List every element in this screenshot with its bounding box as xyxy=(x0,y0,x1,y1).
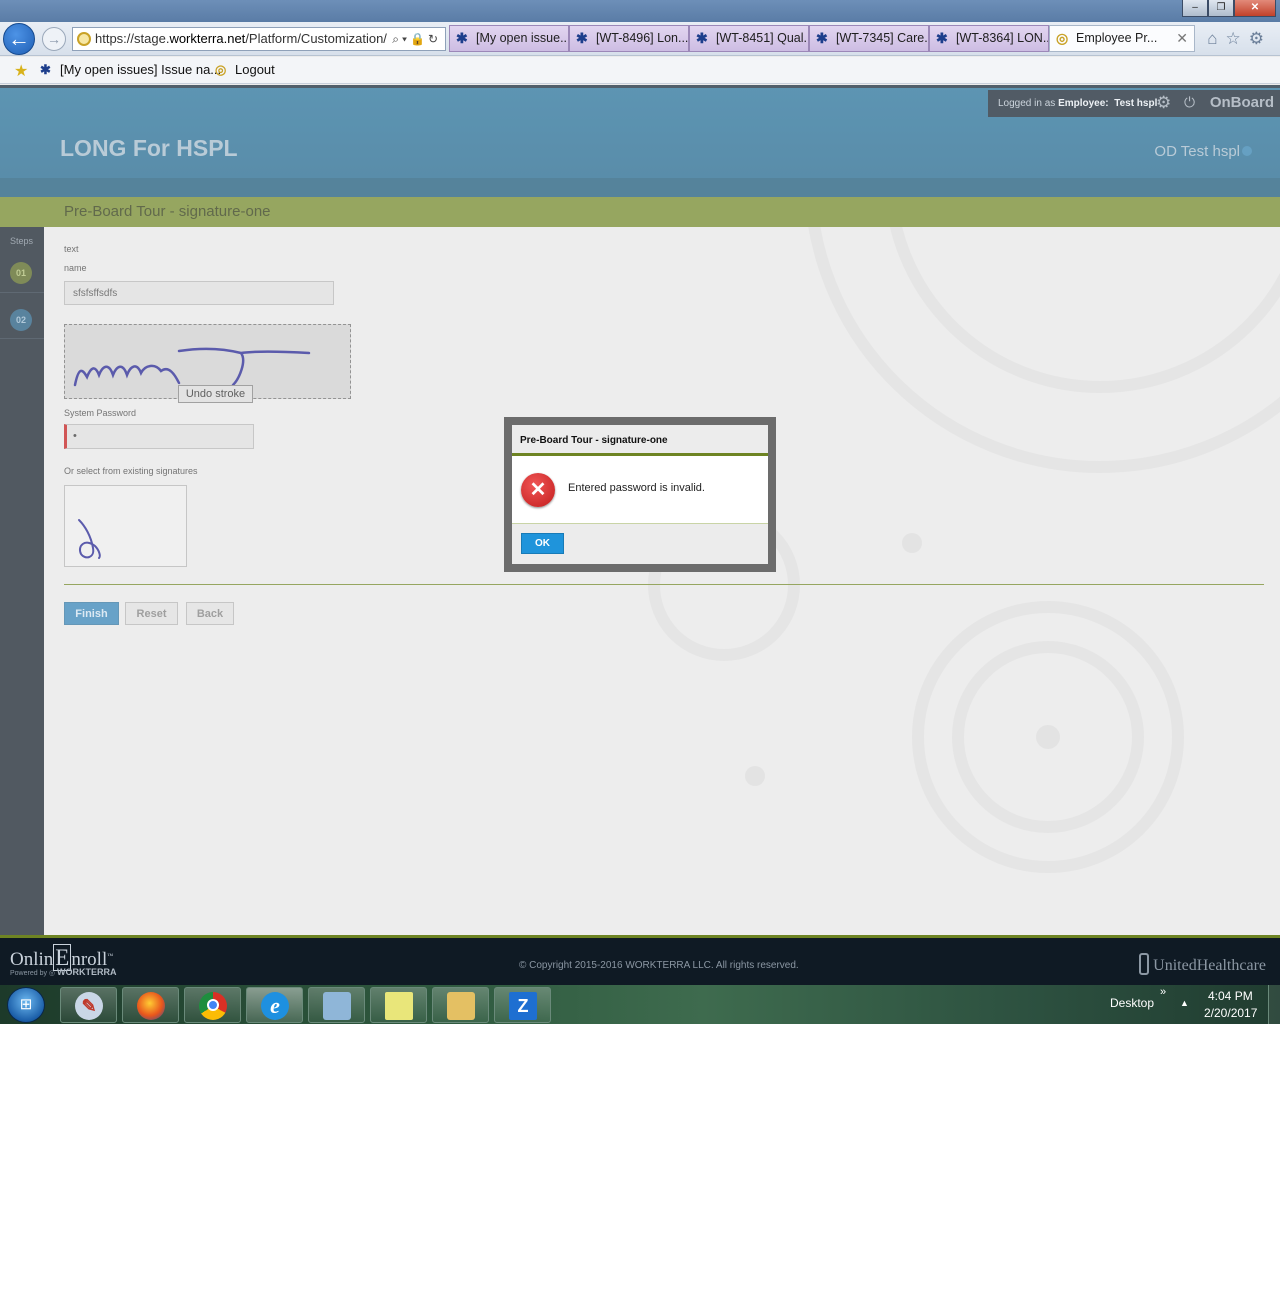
powered-by-label: Powered by xyxy=(10,970,49,977)
browser-tab[interactable]: ✱ [WT-8496] Lon... xyxy=(569,25,689,52)
clock-date[interactable]: 2/20/2017 xyxy=(1204,1006,1257,1020)
chrome-icon xyxy=(199,992,227,1020)
dialog-body: ✕ Entered password is invalid. xyxy=(512,456,768,524)
browser-tabs: ✱ [My open issue... ✱ [WT-8496] Lon... ✱ [W… xyxy=(449,25,1195,52)
browser-back-button[interactable]: ← xyxy=(3,23,35,55)
favorite-link[interactable]: ◎ Logout xyxy=(215,62,275,78)
browser-tab[interactable]: ✱ [WT-8364] LON... xyxy=(929,25,1049,52)
taskbar-zoho[interactable]: Z xyxy=(494,987,551,1023)
taskbar-paint[interactable]: ✎ xyxy=(60,987,117,1023)
browser-tab[interactable]: ✱ [WT-7345] Care... xyxy=(809,25,929,52)
refresh-icon[interactable]: ↻ xyxy=(428,32,441,46)
clock-time[interactable]: 4:04 PM xyxy=(1208,989,1253,1003)
jira-icon: ✱ xyxy=(696,30,708,46)
uhc-shield-icon xyxy=(1139,953,1150,975)
dialog-title: Pre-Board Tour - signature-one xyxy=(512,425,768,456)
favorites-bar: ★ ✱ [My open issues] Issue na... ◎ Logout xyxy=(0,57,1280,84)
dropdown-icon[interactable]: ▾ xyxy=(402,32,410,46)
dialog-footer: OK xyxy=(512,524,768,564)
tray-expand-icon[interactable]: ▲ xyxy=(1180,998,1189,1008)
jira-icon: ✱ xyxy=(816,30,828,46)
tab-title: [WT-8364] LON... xyxy=(956,31,1049,45)
favorite-link[interactable]: ✱ [My open issues] Issue na... xyxy=(40,62,221,78)
favorite-label: [My open issues] Issue na... xyxy=(60,62,222,77)
screen: – ❐ ✕ ← → https://stage.workterra.net/Pl… xyxy=(0,0,1280,1024)
taskbar-sticky-notes[interactable] xyxy=(370,987,427,1023)
favorites-star-icon[interactable]: ☆ xyxy=(1226,29,1249,48)
firefox-icon xyxy=(137,992,165,1020)
powered-by-brand: WORKTERRA xyxy=(56,967,117,977)
site-favicon-icon xyxy=(77,32,91,46)
search-icon[interactable]: ⌕ xyxy=(392,32,402,46)
tab-title: [My open issue... xyxy=(476,31,569,45)
tab-title: [WT-7345] Care... xyxy=(836,31,929,45)
add-favorite-icon[interactable]: ★ xyxy=(14,61,28,81)
tab-title: Employee Pr... xyxy=(1076,31,1158,45)
error-dialog: Pre-Board Tour - signature-one ✕ Entered… xyxy=(512,425,768,564)
jira-icon: ✱ xyxy=(40,62,51,77)
url-prefix: https://stage. xyxy=(95,31,170,46)
address-bar[interactable]: https://stage.workterra.net/Platform/Cus… xyxy=(72,27,446,51)
chevron-right-icon[interactable]: » xyxy=(1160,986,1166,998)
taskbar-chrome[interactable] xyxy=(184,987,241,1023)
jira-icon: ✱ xyxy=(456,30,468,46)
sticky-notes-icon xyxy=(385,992,413,1020)
close-tab-icon[interactable]: ✕ xyxy=(1176,26,1188,51)
show-desktop-button[interactable] xyxy=(1268,985,1280,1024)
unitedhealthcare-logo: UnitedHealthcare xyxy=(1139,953,1266,975)
error-icon: ✕ xyxy=(521,473,555,507)
jira-icon: ✱ xyxy=(576,30,588,46)
powered-by: Powered by ◎ WORKTERRA xyxy=(10,967,116,977)
ie-page-icon: ◎ xyxy=(215,62,227,77)
lock-icon[interactable]: 🔒 xyxy=(410,32,428,46)
copyright-text: © Copyright 2015-2016 WORKTERRA LLC. All… xyxy=(519,960,799,971)
taskbar-firefox[interactable] xyxy=(122,987,179,1023)
taskbar-windows-explorer[interactable] xyxy=(432,987,489,1023)
internet-explorer-icon: e xyxy=(261,992,289,1020)
browser-title-bar: – ❐ ✕ xyxy=(0,0,1280,22)
browser-forward-button[interactable]: → xyxy=(42,27,66,51)
tab-title: [WT-8451] Qual... xyxy=(716,31,809,45)
app-footer: OnlinE nroll™ Powered by ◎ WORKTERRA © Co… xyxy=(0,935,1280,985)
browser-tab[interactable]: ✱ [My open issue... xyxy=(449,25,569,52)
favorite-label: Logout xyxy=(235,62,275,77)
tab-title: [WT-8496] Lon... xyxy=(596,31,689,45)
close-window-button[interactable]: ✕ xyxy=(1234,0,1276,17)
browser-tab[interactable]: ✱ [WT-8451] Qual... xyxy=(689,25,809,52)
ok-button[interactable]: OK xyxy=(521,533,564,554)
jira-icon: ✱ xyxy=(936,30,948,46)
notes-icon xyxy=(323,992,351,1020)
ie-page-icon: ◎ xyxy=(1056,30,1069,46)
taskbar-notes-app[interactable] xyxy=(308,987,365,1023)
browser-nav-bar: ← → https://stage.workterra.net/Platform… xyxy=(0,22,1280,56)
start-button[interactable]: ⊞ xyxy=(7,987,45,1023)
home-icon[interactable]: ⌂ xyxy=(1207,29,1225,48)
browser-tab-active[interactable]: ◎ Employee Pr... ✕ xyxy=(1049,25,1195,52)
url-domain: workterra.net xyxy=(169,31,246,46)
restore-button[interactable]: ❐ xyxy=(1208,0,1234,17)
dialog-message: Entered password is invalid. xyxy=(568,482,705,494)
url-path: /Platform/Customization/ xyxy=(245,31,387,46)
desktop-toolbar-label[interactable]: Desktop xyxy=(1110,996,1154,1010)
window-controls: – ❐ ✕ xyxy=(1182,0,1276,17)
folder-icon xyxy=(447,992,475,1020)
paint-icon: ✎ xyxy=(75,992,103,1020)
partner-name: UnitedHealthcare xyxy=(1153,957,1266,974)
address-bar-icons: ⌕▾🔒↻ xyxy=(392,28,441,50)
taskbar-internet-explorer[interactable]: e xyxy=(246,987,303,1023)
minimize-button[interactable]: – xyxy=(1182,0,1208,17)
zoho-icon: Z xyxy=(509,992,537,1020)
windows-taskbar: ⊞ ✎ e Z Desktop » ▲ 4:04 PM 2/20/2017 xyxy=(0,985,1280,1024)
settings-gear-icon[interactable]: ⚙ xyxy=(1249,29,1272,48)
logo-trademark: ™ xyxy=(107,953,114,960)
browser-toolbar-icons: ⌂☆⚙ xyxy=(1207,29,1272,49)
workterra-logo-icon: ◎ xyxy=(48,970,57,977)
modal-frame: Pre-Board Tour - signature-one ✕ Entered… xyxy=(504,417,776,572)
